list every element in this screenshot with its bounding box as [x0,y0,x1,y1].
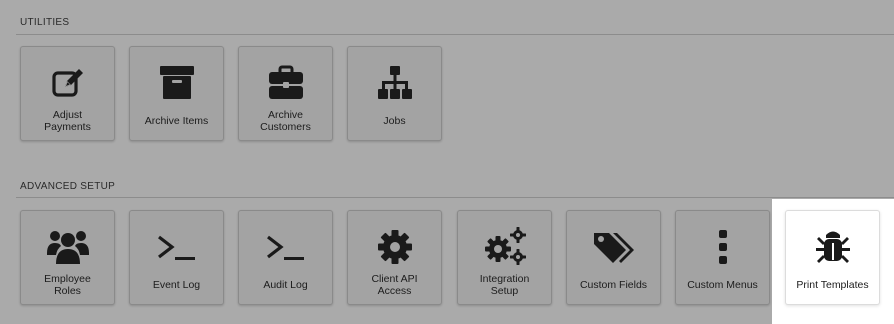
tile-label: Archive Customers [260,109,311,133]
tile-jobs[interactable]: Jobs [347,46,442,141]
tile-label: Custom Menus [687,279,758,291]
section-divider [16,197,894,198]
tile-label: Event Log [152,279,201,291]
section-title-advanced-setup: ADVANCED SETUP [20,181,116,192]
tile-label: Print Templates [796,279,869,291]
tile-event-log[interactable]: Event Log [129,210,224,305]
tile-label: Client API Access [371,273,418,297]
tile-custom-menus[interactable]: Custom Menus [675,210,770,305]
tile-archive-customers[interactable]: Archive Customers [238,46,333,141]
tile-integration-setup[interactable]: Integration Setup [457,210,552,305]
tile-client-api-access[interactable]: Client API Access [347,210,442,305]
tile-label: Integration Setup [479,273,530,297]
tile-archive-items[interactable]: Archive Items [129,46,224,141]
tile-label: Custom Fields [579,279,648,291]
briefcase-icon [239,63,332,103]
tile-audit-log[interactable]: Audit Log [238,210,333,305]
archive-box-icon [130,63,223,103]
bug-icon [786,227,879,267]
terminal-icon [239,227,332,267]
vertical-ellipsis-icon [676,227,769,267]
users-icon [21,227,114,267]
tags-icon [567,227,660,267]
gears-icon [458,227,551,267]
tile-label: Employee Roles [44,273,91,297]
sitemap-icon [348,63,441,103]
tile-label: Audit Log [263,279,308,291]
tile-employee-roles[interactable]: Employee Roles [20,210,115,305]
section-divider [16,34,894,35]
tile-label: Archive Items [144,115,209,127]
tile-label: Jobs [383,115,406,127]
terminal-icon [130,227,223,267]
tile-label: Adjust Payments [44,109,91,133]
gear-icon [348,227,441,267]
tile-custom-fields[interactable]: Custom Fields [566,210,661,305]
section-title-utilities: UTILITIES [20,17,70,28]
tile-adjust-payments[interactable]: Adjust Payments [20,46,115,141]
tile-print-templates[interactable]: Print Templates [785,210,880,305]
edit-icon [21,63,114,103]
